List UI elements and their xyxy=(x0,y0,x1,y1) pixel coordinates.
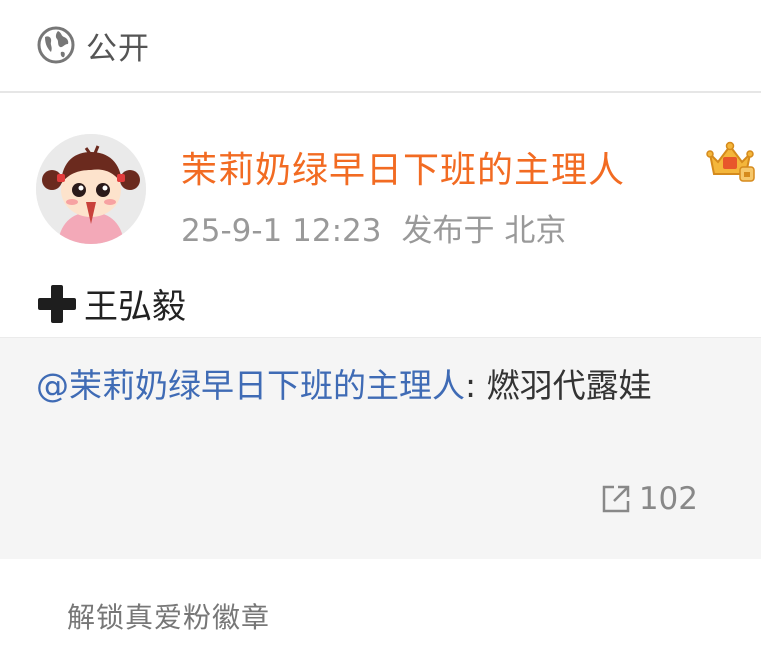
repost-card[interactable]: @茉莉奶绿早日下班的主理人: 燃羽代露娃 102 xyxy=(0,337,761,559)
share-icon xyxy=(602,485,630,513)
repost-count-button[interactable]: 102 xyxy=(600,481,698,517)
post-header: 茉莉奶绿早日下班的主理人 25-9-1 12:23 发布于 北京 xyxy=(0,93,761,273)
repost-content: : 燃羽代露娃 xyxy=(465,366,652,405)
repost-count: 102 xyxy=(638,481,698,517)
post-meta: 25-9-1 12:23 发布于 北京 xyxy=(181,205,566,250)
post-text-content: 王弘毅 xyxy=(84,287,186,327)
avatar[interactable] xyxy=(36,134,146,244)
plus-icon xyxy=(38,284,76,323)
visibility-label: 公开 xyxy=(86,30,150,67)
globe-icon xyxy=(37,26,75,64)
unlock-fan-badge-link[interactable]: 解锁真爱粉徽章 xyxy=(67,596,270,636)
repost-text: @茉莉奶绿早日下班的主理人: 燃羽代露娃 xyxy=(36,360,676,412)
mention-link[interactable]: @茉莉奶绿早日下班的主理人 xyxy=(36,366,465,405)
vip-crown-icon[interactable] xyxy=(704,140,756,184)
visibility-bar[interactable]: 公开 xyxy=(0,0,761,90)
author-name[interactable]: 茉莉奶绿早日下班的主理人 xyxy=(181,141,625,193)
post-location: 发布于 北京 xyxy=(401,213,567,249)
post-text: 王弘毅 xyxy=(36,279,186,328)
post-timestamp: 25-9-1 12:23 xyxy=(181,213,382,249)
